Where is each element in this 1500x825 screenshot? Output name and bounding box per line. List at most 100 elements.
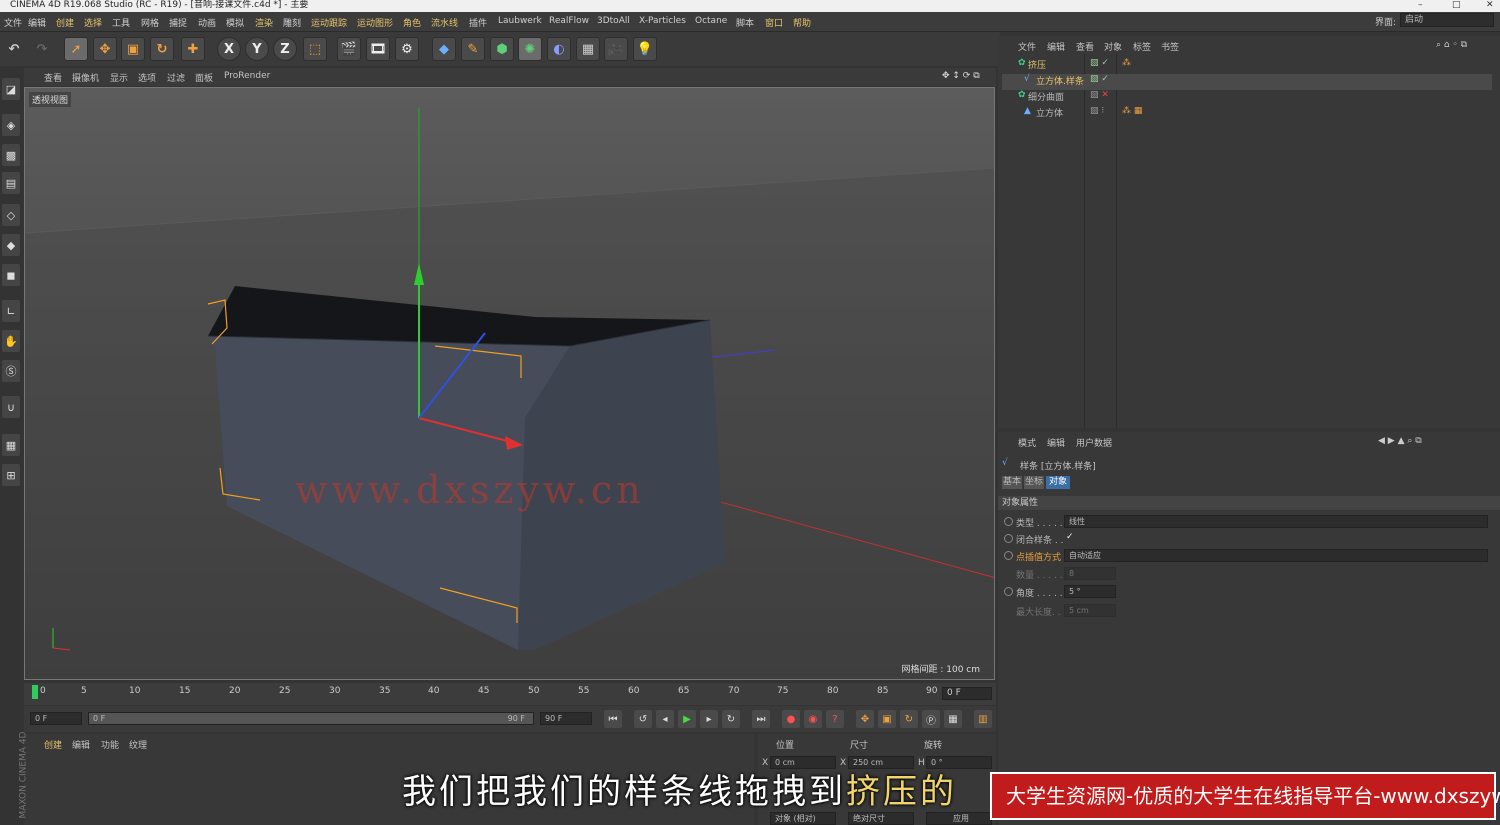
om-menu-bookmarks[interactable]: 书签 [1161, 40, 1179, 53]
previous-frame-icon[interactable]: ◂ [656, 710, 674, 728]
menu-xparticles[interactable]: X-Particles [639, 16, 686, 26]
current-frame-field[interactable]: 0 F [942, 687, 992, 700]
workplane-grid-icon[interactable]: ⊞ [2, 464, 20, 486]
auto-key-icon[interactable]: ◉ [804, 710, 822, 728]
playhead[interactable] [32, 685, 38, 699]
om-menu-object[interactable]: 对象 [1104, 40, 1122, 53]
type-select[interactable]: 线性 [1064, 515, 1488, 528]
close-button[interactable]: ✕ [1486, 0, 1494, 10]
tab-object[interactable]: 对象 [1046, 476, 1070, 489]
polygons-mode-icon[interactable]: ◼ [2, 264, 20, 286]
menu-mesh[interactable]: 网格 [141, 16, 159, 29]
mograph-cloner-icon[interactable]: ✺ [518, 37, 542, 61]
axis-mode-icon[interactable]: ∟ [2, 300, 20, 322]
menu-file[interactable]: 文件 [4, 16, 22, 29]
visibility-icon[interactable]: ▧ ✓ [1090, 74, 1109, 84]
add-tool-icon[interactable]: ✚ [181, 37, 205, 61]
material-menu-function[interactable]: 功能 [101, 738, 119, 751]
y-axis-button[interactable]: Y [245, 37, 269, 61]
apply-button[interactable]: 应用 [926, 812, 992, 825]
light-icon[interactable]: 💡 [633, 37, 657, 61]
coord-mode-select[interactable]: 对象 (相对) [770, 812, 836, 825]
end-frame-field[interactable]: 90 F [540, 712, 592, 725]
om-menu-file[interactable]: 文件 [1018, 40, 1036, 53]
angle-field[interactable]: 5 ° [1064, 585, 1116, 598]
key-selection-icon[interactable]: ? [826, 710, 844, 728]
menu-edit[interactable]: 编辑 [28, 16, 46, 29]
maximize-button[interactable]: □ [1452, 0, 1461, 10]
menu-render[interactable]: 渲染 [255, 16, 273, 29]
range-slider[interactable]: 0 F 90 F [88, 712, 534, 725]
key-scale-icon[interactable]: ▣ [878, 710, 896, 728]
perspective-viewport[interactable]: 透视视图 www.dxszyw.cn 网格间距 : 100 cm [24, 87, 995, 680]
menu-script[interactable]: 脚本 [736, 16, 754, 29]
deformer-icon[interactable]: ◐ [547, 37, 571, 61]
menu-pipeline[interactable]: 流水线 [431, 16, 458, 29]
menu-realflow[interactable]: RealFlow [549, 16, 589, 26]
snap-icon[interactable]: Ⓢ [2, 360, 20, 382]
camera-icon[interactable]: 🎥 [604, 37, 628, 61]
object-row-cube-spline[interactable]: √ 立方体.样条 ▧ ✓ [1002, 74, 1492, 90]
om-menu-tags[interactable]: 标签 [1133, 40, 1151, 53]
close-spline-checkbox[interactable]: ✓ [1066, 532, 1074, 542]
key-rotation-icon[interactable]: ↻ [900, 710, 918, 728]
material-menu-texture[interactable]: 纹理 [129, 738, 147, 751]
menu-window[interactable]: 窗口 [765, 16, 783, 29]
next-frame-icon[interactable]: ▸ [700, 710, 718, 728]
menu-tools[interactable]: 工具 [112, 16, 130, 29]
lock-workplane-icon[interactable]: ▦ [2, 434, 20, 456]
menu-mograph[interactable]: 运动图形 [357, 16, 393, 29]
key-parameter-icon[interactable]: Ⓟ [922, 710, 940, 728]
undo-icon[interactable]: ↶ [2, 37, 26, 61]
workplane-icon[interactable]: ▤ [2, 172, 20, 194]
max-length-field[interactable]: 5 cm [1064, 604, 1116, 617]
edges-mode-icon[interactable]: ◆ [2, 234, 20, 256]
points-mode-icon[interactable]: ◇ [2, 204, 20, 226]
tab-coord[interactable]: 坐标 [1024, 476, 1044, 489]
animate-radio[interactable] [1004, 534, 1013, 543]
select-tool-icon[interactable]: ➚ [64, 37, 88, 61]
om-menu-view[interactable]: 查看 [1076, 40, 1094, 53]
animate-radio[interactable] [1004, 551, 1013, 560]
model-mode-icon[interactable]: ◈ [2, 114, 20, 136]
tab-basic[interactable]: 基本 [1002, 476, 1022, 489]
cube-primitive-icon[interactable]: ◆ [432, 37, 456, 61]
am-menu-mode[interactable]: 模式 [1018, 436, 1036, 449]
visibility-icon[interactable]: ▧ ⁝ [1090, 106, 1104, 116]
menu-select[interactable]: 选择 [84, 16, 102, 29]
viewport-nav-icons[interactable]: ✥ ↕ ⟳ ⧉ [942, 71, 980, 81]
record-icon[interactable]: ● [782, 710, 800, 728]
menu-octane[interactable]: Octane [695, 16, 727, 26]
render-view-icon[interactable]: 🎬 [337, 37, 361, 61]
render-settings-icon[interactable]: ⚙ [395, 37, 419, 61]
object-row-extrude[interactable]: ✿ 挤压 ▧ ✓ ⁂ [1002, 58, 1492, 74]
viewport-menu-camera[interactable]: 摄像机 [72, 71, 99, 84]
om-menu-edit[interactable]: 编辑 [1047, 40, 1065, 53]
menu-motion-tracking[interactable]: 运动跟踪 [311, 16, 347, 29]
redo-icon[interactable]: ↷ [30, 37, 54, 61]
size-mode-select[interactable]: 绝对尺寸 [848, 812, 914, 825]
scale-tool-icon[interactable]: ▣ [121, 37, 145, 61]
material-menu-edit[interactable]: 编辑 [72, 738, 90, 751]
menu-animate[interactable]: 动画 [198, 16, 216, 29]
go-to-start-icon[interactable]: ⏮ [604, 710, 622, 728]
key-position-icon[interactable]: ✥ [856, 710, 874, 728]
animate-radio[interactable] [1004, 517, 1013, 526]
key-pla-icon[interactable]: ▦ [944, 710, 962, 728]
object-row-cube[interactable]: ▲ 立方体 ▧ ⁝ ⁂ ▦ [1002, 106, 1492, 122]
interpolation-select[interactable]: 自动适应 [1064, 549, 1488, 562]
tag-icon[interactable]: ⁂ ▦ [1122, 106, 1142, 116]
start-frame-field[interactable]: 0 F [30, 712, 82, 725]
floor-icon[interactable]: ▦ [576, 37, 600, 61]
timeline-ruler[interactable]: 0 5 10 15 20 25 30 35 40 45 50 55 60 65 … [24, 683, 996, 705]
z-axis-button[interactable]: Z [273, 37, 297, 61]
minimize-button[interactable]: – [1418, 0, 1423, 10]
x-axis-button[interactable]: X [217, 37, 241, 61]
render-picture-viewer-icon[interactable]: 🎞 [366, 37, 390, 61]
timeline-window-icon[interactable]: ▥ [974, 710, 992, 728]
tweak-mode-icon[interactable]: ✋ [2, 330, 20, 352]
menu-character[interactable]: 角色 [403, 16, 421, 29]
next-key-icon[interactable]: ↻ [722, 710, 740, 728]
pen-spline-icon[interactable]: ✎ [461, 37, 485, 61]
rotate-tool-icon[interactable]: ↻ [150, 37, 174, 61]
